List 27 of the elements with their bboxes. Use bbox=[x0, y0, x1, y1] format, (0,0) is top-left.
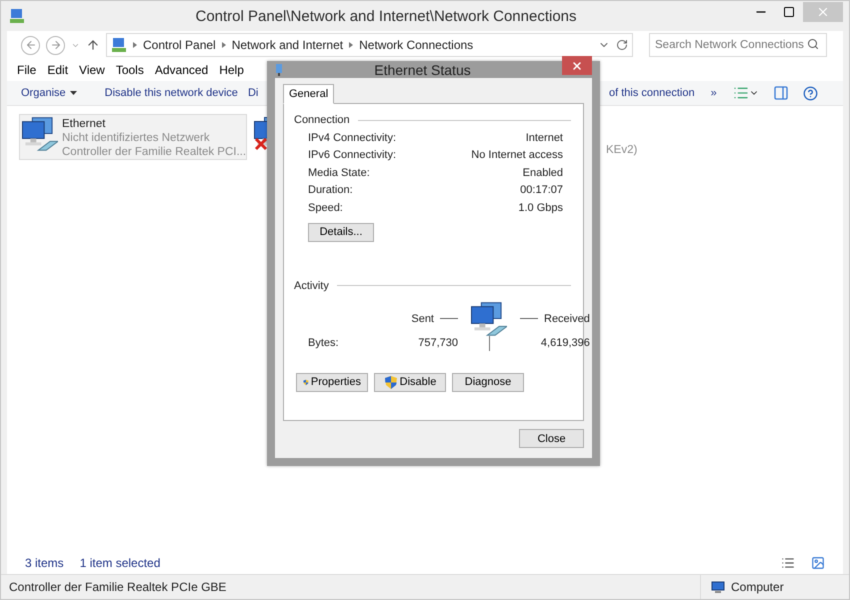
field-label: Media State: bbox=[308, 166, 370, 179]
window-title: Control Panel\Network and Internet\Network Connections bbox=[194, 8, 578, 24]
connection-name: Ethernet bbox=[62, 117, 106, 131]
field-label: Speed: bbox=[308, 202, 343, 214]
field-value: 00:17:07 bbox=[520, 184, 563, 196]
connection-detail: Controller der Familie Realtek PCI... bbox=[62, 145, 246, 159]
connection-detail: Nicht identifiziertes Netzwerk bbox=[62, 131, 211, 145]
received-bytes: 4,619,396 bbox=[540, 337, 590, 349]
field-value: 1.0 Gbps bbox=[518, 202, 563, 214]
field-value: Internet bbox=[526, 132, 563, 144]
section-heading: Activity bbox=[294, 280, 329, 292]
selection-count: 1 item selected bbox=[80, 556, 160, 570]
device-description: Controller der Familie Realtek PCIe GBE bbox=[9, 580, 226, 594]
field-value: No Internet access bbox=[471, 149, 563, 162]
sent-label: Sent bbox=[398, 312, 458, 324]
field-value: Enabled bbox=[522, 166, 563, 179]
field-label: IPv4 Connectivity: bbox=[308, 132, 396, 144]
sent-bytes: 757,730 bbox=[417, 337, 458, 349]
field-label: IPv6 Connectivity: bbox=[308, 149, 396, 162]
section-heading: Connection bbox=[294, 114, 350, 126]
bytes-label: Bytes: bbox=[308, 337, 340, 349]
received-label: Received bbox=[520, 312, 590, 324]
field-label: Duration: bbox=[308, 184, 353, 196]
item-count: 3 items bbox=[25, 556, 64, 570]
dialog-title: Ethernet Status bbox=[373, 62, 472, 78]
location-label: Computer bbox=[731, 580, 784, 594]
connection-detail: KEv2) bbox=[606, 143, 638, 157]
